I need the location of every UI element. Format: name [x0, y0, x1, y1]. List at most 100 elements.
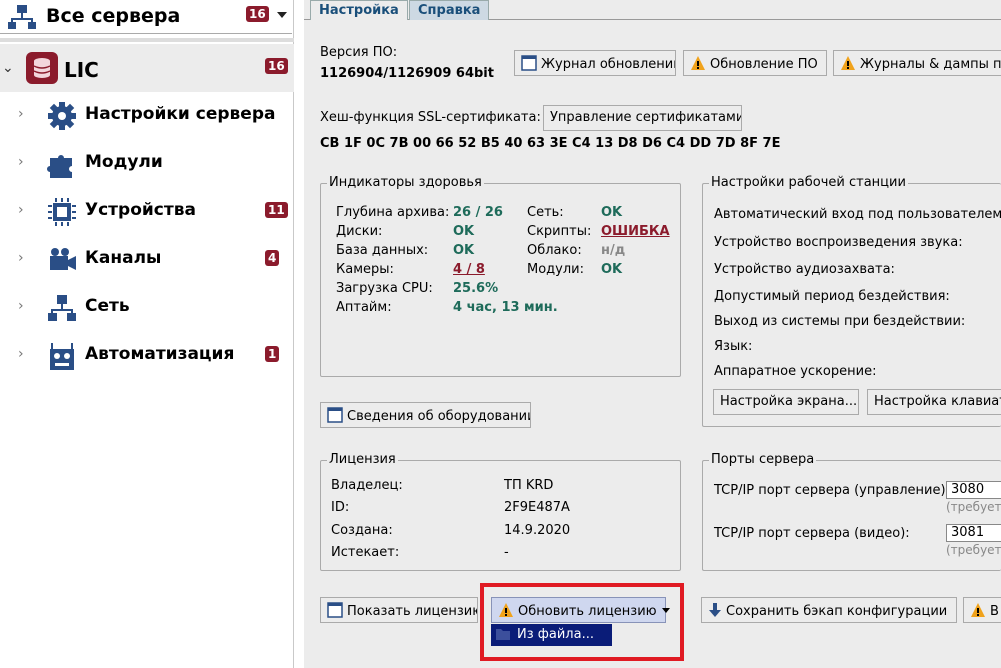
license-created-value: 14.9.2020 [504, 523, 571, 538]
health-title: Индикаторы здоровья [327, 175, 484, 190]
logs-dumps-button[interactable]: Журналы & дампы па [833, 50, 1001, 76]
mgmt-port-input[interactable]: 3080 [946, 481, 1001, 499]
update-license-dropdown[interactable]: Обновить лицензию [491, 597, 670, 623]
server-badge: 16 [265, 58, 288, 74]
sidebar-item-modules[interactable]: › Модули [0, 142, 294, 186]
uptime-value: 4 час, 13 мин. [453, 300, 558, 315]
mgmt-port-hint: (требует [946, 500, 1001, 514]
hardware-info-button[interactable]: Сведения об оборудовании [320, 402, 531, 428]
workstation-autologin: Автоматический вход под пользователем: [714, 207, 1001, 222]
video-port-hint: (требует [946, 543, 1001, 557]
hardware-info-label: Сведения об оборудовании [347, 409, 531, 424]
archive-depth-value: 26 / 26 [453, 205, 503, 220]
warning-icon [970, 602, 986, 622]
sidebar-item-devices[interactable]: › Устройства 11 [0, 190, 294, 234]
workstation-idle-period: Допустимый период бездействия: [714, 289, 950, 304]
tab-help[interactable]: Справка [409, 0, 490, 20]
menu-item-from-file[interactable]: Из файла... [491, 624, 612, 646]
truncated-button[interactable]: В [963, 597, 1001, 623]
sidebar-item-server-settings[interactable]: › Настройки сервера [0, 94, 294, 138]
save-backup-label: Сохранить бэкап конфигурации [726, 604, 948, 619]
logs-dumps-label: Журналы & дампы па [860, 57, 1001, 72]
mgmt-port-label: TCP/IP порт сервера (управление): [714, 483, 950, 498]
camera-icon [46, 244, 78, 276]
license-id-label: ID: [331, 500, 350, 515]
cameras-value-link[interactable]: 4 / 8 [453, 262, 485, 277]
server-selector[interactable]: Все сервера 16 [0, 0, 292, 34]
puzzle-icon [46, 148, 78, 180]
ssl-label: Хеш-функция SSL-сертификата: [320, 110, 541, 125]
license-expires-value: - [504, 545, 509, 560]
license-created-label: Создана: [331, 523, 393, 538]
video-port-label: TCP/IP порт сервера (видео): [714, 526, 910, 541]
sidebar-item-channels[interactable]: › Каналы 4 [0, 238, 294, 282]
update-log-button[interactable]: Журнал обновлений [514, 50, 676, 76]
chevron-right-icon[interactable]: › [18, 298, 24, 314]
tab-settings[interactable]: Настройка [310, 0, 408, 20]
disks-value: OK [453, 224, 475, 239]
network-icon [8, 4, 36, 34]
database-icon [26, 52, 58, 84]
chevron-right-icon[interactable]: › [18, 154, 24, 170]
show-license-label: Показать лицензию [347, 604, 478, 619]
update-software-label: Обновление ПО [710, 57, 818, 72]
workstation-hw-accel: Аппаратное ускорение: [714, 364, 877, 379]
scripts-label: Скрипты: [527, 224, 592, 239]
workstation-title: Настройки рабочей станции [709, 175, 908, 190]
update-software-button[interactable]: Обновление ПО [683, 50, 827, 76]
channels-badge: 4 [265, 250, 280, 266]
sidebar-item-label: Сеть [85, 296, 130, 316]
server-count-badge: 16 [246, 6, 269, 22]
modules-label: Модули: [527, 262, 584, 277]
server-node[interactable]: ⌄ LIC 16 [0, 44, 294, 92]
cloud-label: Облако: [527, 243, 582, 258]
robot-icon [46, 340, 78, 372]
manage-certificates-button[interactable]: Управление сертификатами [543, 105, 742, 131]
chevron-right-icon[interactable]: › [18, 106, 24, 122]
database-value: OK [453, 243, 475, 258]
sidebar-item-network[interactable]: › Сеть [0, 286, 294, 330]
dropdown-arrow-icon[interactable] [277, 12, 287, 18]
divider [0, 38, 294, 42]
network-icon [46, 292, 78, 324]
license-title: Лицензия [327, 452, 398, 467]
license-expires-label: Истекает: [331, 545, 400, 560]
gear-icon [46, 100, 78, 132]
sidebar-item-label: Каналы [85, 248, 162, 268]
keyboard-settings-button[interactable]: Настройка клавиат [867, 389, 1001, 415]
screen-settings-button[interactable]: Настройка экрана... [713, 389, 859, 415]
update-license-label: Обновить лицензию [518, 604, 657, 619]
archive-depth-label: Глубина архива: [336, 205, 450, 220]
arrow-down-icon [708, 602, 722, 622]
modules-value: OK [601, 262, 623, 277]
cameras-label: Камеры: [336, 262, 394, 277]
chevron-right-icon[interactable]: › [18, 250, 24, 266]
sidebar: Все сервера 16 ⌄ LIC 16 › Настройки серв… [0, 0, 294, 668]
sidebar-item-automation[interactable]: › Автоматизация 1 [0, 334, 294, 378]
database-label: База данных: [336, 243, 429, 258]
workstation-audio-capture: Устройство аудиозахвата: [714, 262, 895, 277]
chevron-down-icon[interactable]: ⌄ [2, 60, 14, 76]
show-license-button[interactable]: Показать лицензию [320, 597, 478, 623]
cloud-value: н/д [601, 243, 626, 258]
workstation-sound-device: Устройство воспроизведения звука: [714, 235, 963, 250]
cpu-value: 25.6% [453, 281, 499, 296]
version-value: 1126904/1126909 64bit [320, 66, 494, 81]
window-icon [327, 602, 343, 622]
license-owner-value: ТП KRD [504, 478, 554, 493]
automation-badge: 1 [265, 346, 280, 362]
chevron-right-icon[interactable]: › [18, 346, 24, 362]
chevron-right-icon[interactable]: › [18, 202, 24, 218]
network-label: Сеть: [527, 205, 564, 220]
folder-icon [495, 627, 511, 645]
sidebar-item-label: Устройства [85, 200, 196, 220]
scripts-value-link[interactable]: ОШИБКА [601, 224, 670, 239]
video-port-input[interactable]: 3081 [946, 524, 1001, 542]
cpu-label: Загрузка CPU: [336, 281, 433, 296]
devices-badge: 11 [265, 202, 288, 218]
menu-item-label: Из файла... [517, 627, 594, 642]
warning-icon [840, 55, 856, 75]
warning-icon [498, 602, 514, 622]
save-backup-button[interactable]: Сохранить бэкап конфигурации [701, 597, 957, 623]
window-icon [521, 55, 537, 75]
